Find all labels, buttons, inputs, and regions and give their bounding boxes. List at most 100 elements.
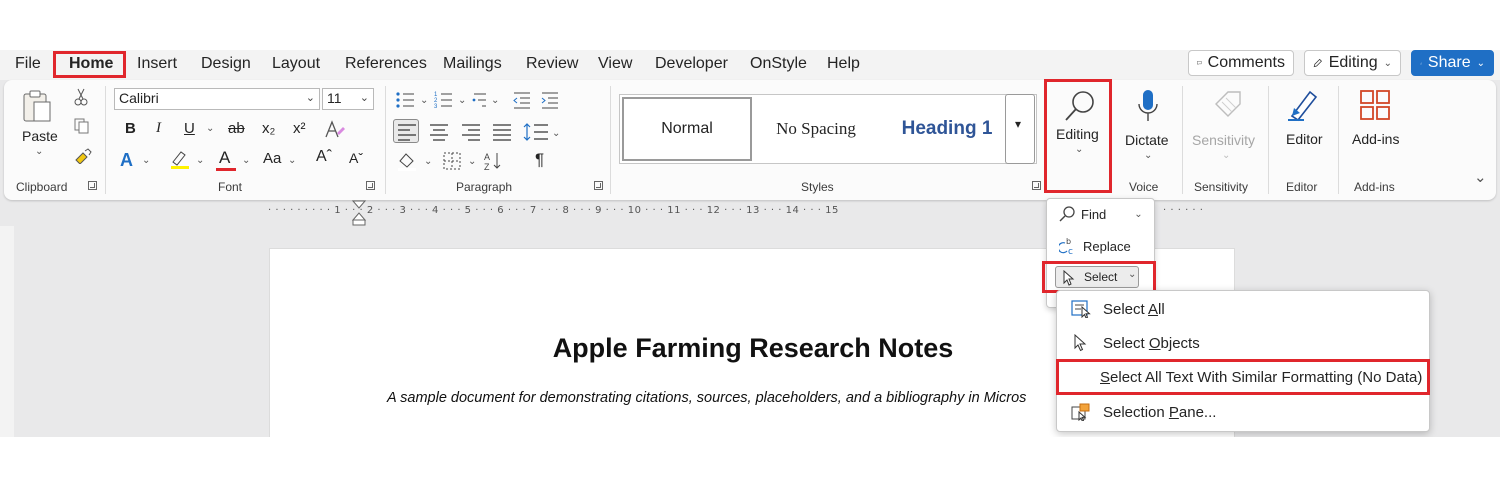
change-case-button[interactable]: Aa (263, 150, 281, 167)
add-ins-button[interactable]: Add-ins (1344, 88, 1404, 168)
menu-bar: File Home Insert Design Layout Reference… (0, 50, 1500, 80)
styles-gallery: Normal No Spacing Heading 1 (619, 94, 1037, 164)
font-size-select[interactable]: 11 ⌄ (322, 88, 374, 110)
ruler-scale-right: · · · · · · (1163, 205, 1204, 216)
style-heading-1-label: Heading 1 (901, 118, 993, 139)
subscript-button[interactable]: x₂ (262, 120, 275, 137)
copy-icon[interactable] (74, 118, 90, 134)
tab-insert[interactable]: Insert (137, 55, 177, 73)
shrink-font-button[interactable]: Aˇ (349, 150, 363, 166)
add-ins-group-label: Add-ins (1354, 180, 1395, 194)
chevron-down-icon: ⌄ (1476, 57, 1485, 69)
selection-pane-accesskey: P (1168, 403, 1179, 421)
style-no-spacing[interactable]: No Spacing (754, 97, 878, 161)
svg-text:⌄: ⌄ (420, 95, 428, 106)
select-all-label-rest: ll (1158, 300, 1165, 318)
format-painter-icon[interactable] (74, 148, 92, 164)
paste-button[interactable]: Paste ⌄ (20, 88, 60, 160)
font-group-label: Font (218, 180, 243, 194)
font-color-bar (216, 168, 236, 171)
styles-more-button[interactable]: ▾ (1005, 94, 1035, 164)
editor-button[interactable]: Editor (1276, 88, 1332, 168)
chevron-down-icon[interactable]: ⌄ (288, 155, 296, 166)
tab-layout[interactable]: Layout (272, 55, 320, 73)
clear-formatting-icon[interactable] (324, 120, 346, 140)
strikethrough-button[interactable]: ab (228, 120, 245, 137)
vertical-ruler (0, 226, 14, 437)
chevron-down-icon[interactable]: ⌄ (196, 155, 204, 166)
svg-text:⌄: ⌄ (552, 128, 560, 139)
paragraph-group-label: Paragraph (456, 180, 513, 194)
font-color-button[interactable]: A (219, 148, 230, 168)
styles-group-label: Styles (801, 180, 834, 194)
find-menu-item[interactable]: Find ⌄ (1059, 206, 1143, 222)
indent-marker-icon[interactable] (352, 200, 366, 226)
share-button[interactable]: Share ⌄ (1411, 50, 1494, 76)
tab-references[interactable]: References (345, 55, 427, 73)
font-launcher-icon[interactable] (366, 181, 375, 190)
pencil-icon (1313, 58, 1322, 68)
text-effects-button[interactable]: A (120, 150, 133, 171)
alignment-icons[interactable]: ⌄ (396, 122, 566, 142)
tab-mailings[interactable]: Mailings (443, 55, 502, 73)
select-highlight (1042, 261, 1156, 293)
italic-button[interactable]: I (156, 120, 161, 137)
clipboard-group-label: Clipboard (16, 180, 68, 194)
select-objects-item[interactable]: Select Objects (1071, 334, 1200, 352)
share-icon (1420, 62, 1422, 64)
editing-mode-button[interactable]: Editing ⌄ (1304, 50, 1401, 76)
comments-button[interactable]: Comments (1188, 50, 1294, 76)
shading-border-sort-icons[interactable]: ⌄ ⌄ A Z (396, 150, 556, 172)
replace-icon: bc (1059, 237, 1073, 255)
scissors-icon[interactable] (74, 88, 88, 106)
clipboard-launcher-icon[interactable] (88, 181, 97, 190)
superscript-button[interactable]: x² (293, 120, 306, 137)
highlighter-icon[interactable] (169, 148, 191, 170)
expand-gallery-icon: ▾ (1015, 117, 1022, 131)
select-all-label: Select (1103, 300, 1149, 318)
underline-button[interactable]: U (184, 120, 195, 137)
styles-launcher-icon[interactable] (1032, 181, 1041, 190)
svg-text:⌄: ⌄ (458, 95, 466, 106)
sensitivity-group-label: Sensitivity (1194, 180, 1249, 194)
sensitivity-label: Sensitivity (1192, 132, 1256, 148)
selection-pane-icon (1071, 403, 1090, 421)
bold-button[interactable]: B (125, 120, 136, 137)
tab-developer[interactable]: Developer (655, 55, 728, 73)
show-formatting-button[interactable]: ¶ (535, 150, 544, 170)
tab-onstyle[interactable]: OnStyle (750, 55, 807, 73)
chevron-down-icon[interactable]: ⌄ (142, 155, 150, 166)
tab-view[interactable]: View (598, 55, 632, 73)
selection-pane-item[interactable]: Selection Pane... (1071, 403, 1216, 421)
sensitivity-tag-icon (1215, 91, 1241, 117)
chevron-down-icon[interactable]: ⌄ (242, 155, 250, 166)
editing-mode-label: Editing (1328, 54, 1378, 71)
editor-pen-icon (1288, 90, 1318, 122)
svg-text:⌄: ⌄ (424, 156, 432, 167)
tab-help[interactable]: Help (827, 55, 860, 73)
tab-design[interactable]: Design (201, 55, 251, 73)
chevron-down-icon: ⌄ (1144, 150, 1153, 161)
home-tab-highlight (53, 51, 126, 78)
divider (385, 86, 386, 194)
paste-label: Paste (22, 128, 58, 144)
svg-text:⌄: ⌄ (491, 95, 499, 106)
replace-menu-item[interactable]: bc Replace (1059, 237, 1131, 255)
select-all-item[interactable]: Select All (1071, 300, 1165, 318)
document-subtitle: A sample document for demonstrating cita… (387, 390, 1027, 406)
style-heading-1[interactable]: Heading 1 (882, 97, 1012, 161)
tab-review[interactable]: Review (526, 55, 578, 73)
chevron-down-icon: ⌄ (305, 92, 315, 104)
tab-file[interactable]: File (15, 55, 41, 73)
select-objects-label-rest: bjects (1160, 334, 1200, 352)
font-family-select[interactable]: Calibri ⌄ (114, 88, 320, 110)
list-buttons-icon[interactable]: ⌄ 123 ⌄ ⌄ (394, 90, 594, 112)
chevron-down-icon[interactable]: ⌄ (206, 123, 214, 134)
divider (1338, 86, 1339, 194)
grow-font-button[interactable]: Aˆ (316, 148, 332, 166)
dictate-button[interactable]: Dictate ⌄ (1119, 88, 1179, 168)
style-normal[interactable]: Normal (622, 97, 752, 161)
collapse-ribbon-icon[interactable]: ⌄ (1474, 168, 1487, 186)
share-label: Share (1427, 54, 1471, 71)
paragraph-launcher-icon[interactable] (594, 181, 603, 190)
